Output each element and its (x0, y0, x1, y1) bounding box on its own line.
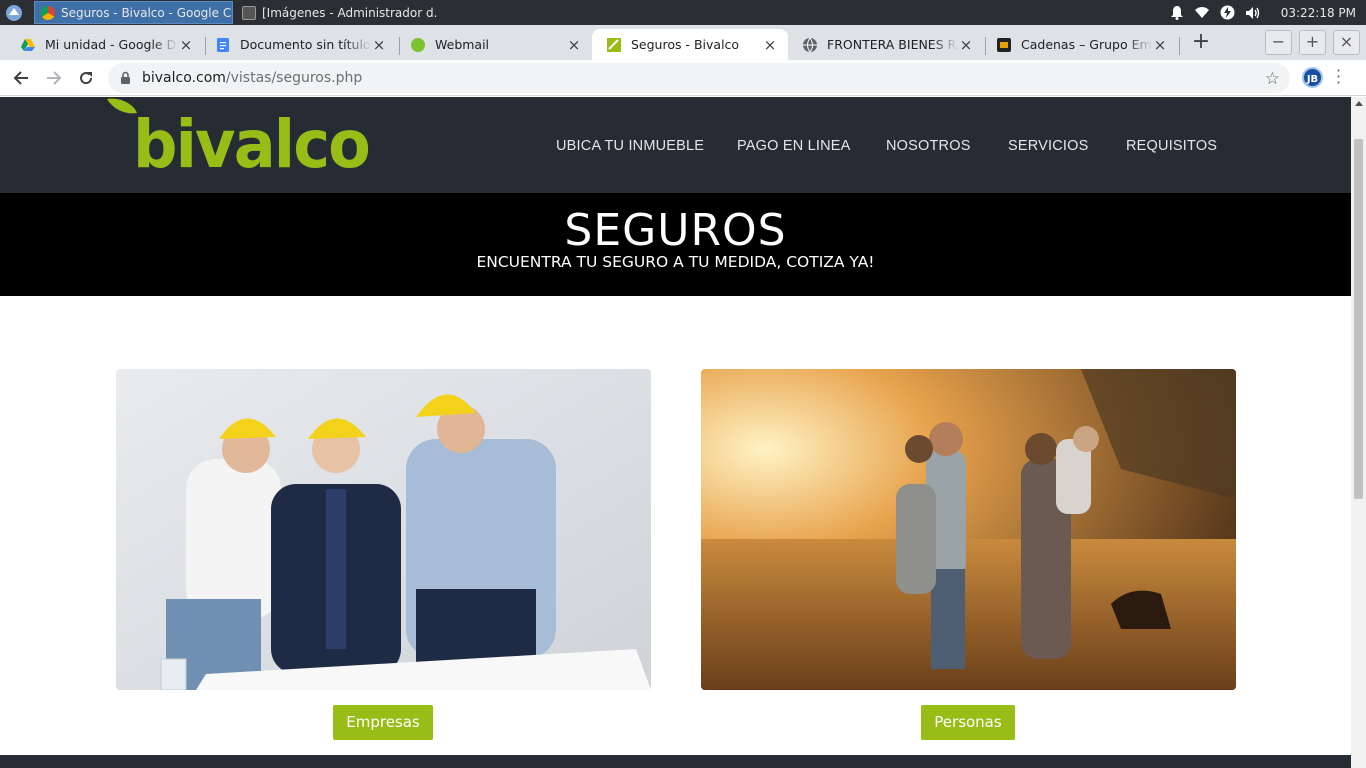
nav-requisitos[interactable]: REQUISITOS (1126, 138, 1217, 154)
bookmark-star-icon[interactable]: ☆ (1265, 69, 1280, 89)
web-page: bivalco UBICA TU INMUEBLE PAGO EN LINEA … (0, 97, 1351, 768)
volume-icon[interactable] (1245, 6, 1261, 20)
tab-close-icon[interactable]: × (762, 36, 778, 54)
url-text: bivalco.com/vistas/seguros.php (142, 70, 362, 86)
nav-servicios[interactable]: SERVICIOS (1008, 138, 1089, 154)
new-tab-button[interactable]: + (1188, 30, 1214, 56)
tab-title: Webmail (435, 37, 490, 52)
globe-icon (803, 37, 817, 52)
nav-nosotros[interactable]: NOSOTROS (886, 138, 971, 154)
browser-tab-strip: Mi unidad - Google Drive × Documento sin… (0, 25, 1366, 60)
profile-avatar[interactable]: JB (1302, 67, 1323, 88)
os-taskbar: Seguros - Bivalco - Google C... [Imágene… (0, 0, 1366, 25)
arrow-left-icon (13, 71, 28, 85)
start-menu-icon[interactable] (4, 3, 24, 22)
tab-title: Documento sin título - Documentos (240, 37, 371, 52)
scroll-up-arrow-icon[interactable] (1355, 101, 1363, 106)
notification-bell-icon[interactable] (1170, 5, 1184, 20)
minimize-button[interactable]: − (1265, 30, 1292, 55)
page-scrollbar[interactable] (1351, 97, 1366, 768)
tab-close-icon[interactable]: × (178, 36, 194, 54)
bivalco-icon (607, 37, 621, 52)
browser-menu-icon[interactable]: · · · (1336, 63, 1341, 91)
tab-google-drive[interactable]: Mi unidad - Google Drive × (6, 29, 204, 60)
close-window-button[interactable]: × (1333, 30, 1360, 55)
reload-icon (80, 72, 93, 85)
lock-icon[interactable] (120, 71, 131, 84)
tab-bivalco-active[interactable]: Seguros - Bivalco × (592, 29, 788, 60)
webmail-icon (411, 37, 425, 52)
maximize-button[interactable]: + (1299, 30, 1326, 55)
tab-title: FRONTERA BIENES RAICES (827, 37, 958, 52)
site-header: bivalco UBICA TU INMUEBLE PAGO EN LINEA … (0, 97, 1351, 193)
empresas-image[interactable] (116, 369, 651, 690)
tab-cadenas[interactable]: Cadenas – Grupo Empresarial × (982, 29, 1178, 60)
back-button[interactable] (8, 66, 34, 90)
reload-button[interactable] (73, 66, 99, 90)
page-subtitle: ENCUENTRA TU SEGURO A TU MEDIDA, COTIZA … (476, 253, 875, 271)
url-domain: bivalco.com (142, 70, 226, 86)
tab-close-icon[interactable]: × (566, 36, 582, 54)
tab-frontera[interactable]: FRONTERA BIENES RAICES × (788, 29, 984, 60)
logo-wordmark: bivalco (133, 106, 369, 177)
taskbar-item-chrome[interactable]: Seguros - Bivalco - Google C... (34, 1, 233, 24)
browser-toolbar: bivalco.com/vistas/seguros.php ☆ JB · · · (0, 60, 1366, 96)
wifi-icon[interactable] (1194, 6, 1210, 19)
personas-button[interactable]: Personas (921, 705, 1015, 740)
tab-webmail[interactable]: Webmail × (396, 29, 592, 60)
clock[interactable]: 03:22:18 PM (1281, 6, 1356, 20)
arrow-right-icon (47, 71, 62, 85)
google-drive-icon (21, 38, 35, 51)
tab-title: Mi unidad - Google Drive (45, 37, 178, 52)
footer-strip (0, 755, 1351, 768)
google-docs-icon (217, 37, 229, 52)
bivalco-logo-graphic: bivalco (107, 98, 371, 183)
empresas-button[interactable]: Empresas (333, 705, 433, 740)
nav-ubica-tu-inmueble[interactable]: UBICA TU INMUEBLE (556, 138, 704, 154)
bivalco-logo[interactable]: bivalco (105, 97, 375, 183)
address-bar[interactable]: bivalco.com/vistas/seguros.php ☆ (108, 63, 1290, 93)
taskbar-item-label: [Imágenes - Administrador d... (262, 5, 436, 20)
tab-close-icon[interactable]: × (1152, 36, 1168, 54)
construction-engineers-photo (116, 369, 651, 690)
tab-title: Cadenas – Grupo Empresarial (1021, 37, 1152, 52)
nav-pago-en-linea[interactable]: PAGO EN LINEA (737, 138, 851, 154)
taskbar-item-image-manager[interactable]: [Imágenes - Administrador d... (236, 1, 436, 24)
url-path: /vistas/seguros.php (225, 70, 363, 86)
scrollbar-thumb[interactable] (1354, 139, 1363, 499)
tab-google-docs[interactable]: Documento sin título - Documentos × (201, 29, 397, 60)
cadenas-icon (997, 37, 1011, 52)
family-field-sunset-photo (701, 369, 1236, 690)
tab-title: Seguros - Bivalco (631, 37, 740, 52)
image-manager-icon (242, 5, 256, 20)
tab-close-icon[interactable]: × (371, 36, 387, 54)
taskbar-item-label: Seguros - Bivalco - Google C... (61, 5, 233, 20)
battery-charging-icon[interactable] (1220, 5, 1235, 20)
forward-button[interactable] (41, 66, 67, 90)
system-tray: 03:22:18 PM (1170, 0, 1366, 25)
tab-close-icon[interactable]: × (958, 36, 974, 54)
page-title: SEGUROS (564, 205, 787, 256)
personas-image[interactable] (701, 369, 1236, 690)
tab-separator (1179, 37, 1180, 55)
hero-banner: SEGUROS ENCUENTRA TU SEGURO A TU MEDIDA,… (0, 193, 1351, 296)
chrome-icon (41, 5, 55, 20)
